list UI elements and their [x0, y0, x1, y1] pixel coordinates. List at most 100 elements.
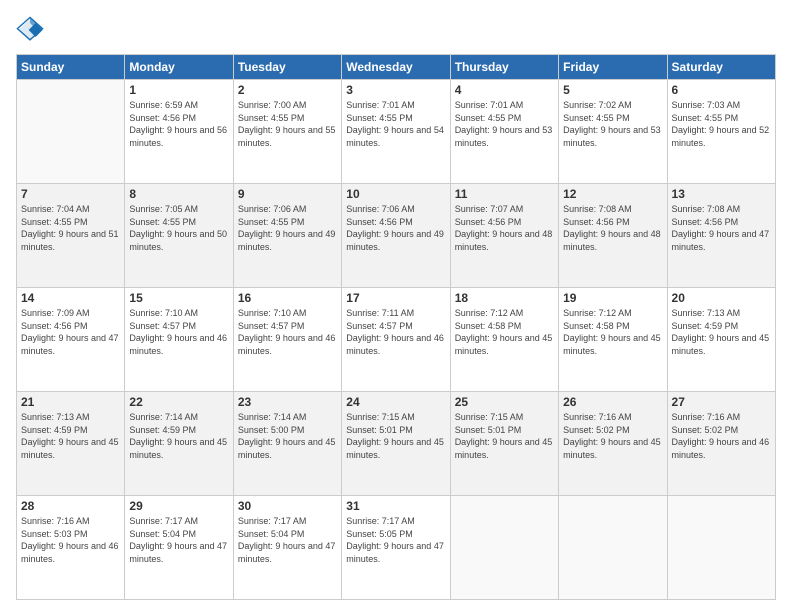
- day-number: 11: [455, 187, 554, 201]
- day-number: 12: [563, 187, 662, 201]
- calendar-cell: 6 Sunrise: 7:03 AMSunset: 4:55 PMDaylight…: [667, 80, 775, 184]
- calendar-cell: 13 Sunrise: 7:08 AMSunset: 4:56 PMDayligh…: [667, 184, 775, 288]
- day-number: 18: [455, 291, 554, 305]
- day-number: 15: [129, 291, 228, 305]
- day-info: Sunrise: 7:09 AMSunset: 4:56 PMDaylight:…: [21, 307, 120, 357]
- day-number: 10: [346, 187, 445, 201]
- calendar-table: SundayMondayTuesdayWednesdayThursdayFrid…: [16, 54, 776, 600]
- calendar-cell: 8 Sunrise: 7:05 AMSunset: 4:55 PMDaylight…: [125, 184, 233, 288]
- day-number: 27: [672, 395, 771, 409]
- day-info: Sunrise: 7:03 AMSunset: 4:55 PMDaylight:…: [672, 99, 771, 149]
- day-number: 24: [346, 395, 445, 409]
- day-info: Sunrise: 7:08 AMSunset: 4:56 PMDaylight:…: [672, 203, 771, 253]
- day-info: Sunrise: 7:13 AMSunset: 4:59 PMDaylight:…: [672, 307, 771, 357]
- calendar-cell: 12 Sunrise: 7:08 AMSunset: 4:56 PMDayligh…: [559, 184, 667, 288]
- day-number: 21: [21, 395, 120, 409]
- day-info: Sunrise: 7:01 AMSunset: 4:55 PMDaylight:…: [455, 99, 554, 149]
- calendar-cell: 17 Sunrise: 7:11 AMSunset: 4:57 PMDayligh…: [342, 288, 450, 392]
- week-row-2: 7 Sunrise: 7:04 AMSunset: 4:55 PMDaylight…: [17, 184, 776, 288]
- calendar-cell: [450, 496, 558, 600]
- calendar-cell: 3 Sunrise: 7:01 AMSunset: 4:55 PMDaylight…: [342, 80, 450, 184]
- calendar-cell: 30 Sunrise: 7:17 AMSunset: 5:04 PMDayligh…: [233, 496, 341, 600]
- day-number: 20: [672, 291, 771, 305]
- week-row-1: 1 Sunrise: 6:59 AMSunset: 4:56 PMDaylight…: [17, 80, 776, 184]
- calendar-cell: 15 Sunrise: 7:10 AMSunset: 4:57 PMDayligh…: [125, 288, 233, 392]
- calendar-cell: 22Sunrise: 7:14 AMSunset: 4:59 PMDayligh…: [125, 392, 233, 496]
- day-number: 14: [21, 291, 120, 305]
- day-number: 9: [238, 187, 337, 201]
- day-info: Sunrise: 7:08 AMSunset: 4:56 PMDaylight:…: [563, 203, 662, 253]
- calendar-cell: 31 Sunrise: 7:17 AMSunset: 5:05 PMDayligh…: [342, 496, 450, 600]
- day-info: Sunrise: 7:12 AMSunset: 4:58 PMDaylight:…: [455, 307, 554, 357]
- day-info: Sunrise: 7:17 AMSunset: 5:04 PMDaylight:…: [238, 515, 337, 565]
- calendar-cell: 10 Sunrise: 7:06 AMSunset: 4:56 PMDayligh…: [342, 184, 450, 288]
- calendar-cell: 25 Sunrise: 7:15 AMSunset: 5:01 PMDayligh…: [450, 392, 558, 496]
- day-info: Sunrise: 7:00 AMSunset: 4:55 PMDaylight:…: [238, 99, 337, 149]
- calendar-cell: 2 Sunrise: 7:00 AMSunset: 4:55 PMDaylight…: [233, 80, 341, 184]
- day-number: 30: [238, 499, 337, 513]
- calendar-cell: 20 Sunrise: 7:13 AMSunset: 4:59 PMDayligh…: [667, 288, 775, 392]
- calendar-cell: [559, 496, 667, 600]
- day-info: Sunrise: 7:17 AMSunset: 5:04 PMDaylight:…: [129, 515, 228, 565]
- day-info: Sunrise: 7:01 AMSunset: 4:55 PMDaylight:…: [346, 99, 445, 149]
- calendar-cell: 9 Sunrise: 7:06 AMSunset: 4:55 PMDaylight…: [233, 184, 341, 288]
- header: [16, 16, 776, 44]
- week-row-5: 28 Sunrise: 7:16 AMSunset: 5:03 PMDayligh…: [17, 496, 776, 600]
- day-number: 28: [21, 499, 120, 513]
- calendar-cell: 7 Sunrise: 7:04 AMSunset: 4:55 PMDaylight…: [17, 184, 125, 288]
- weekday-header-tuesday: Tuesday: [233, 55, 341, 80]
- day-number: 16: [238, 291, 337, 305]
- calendar-cell: 14 Sunrise: 7:09 AMSunset: 4:56 PMDayligh…: [17, 288, 125, 392]
- day-info: Sunrise: 6:59 AMSunset: 4:56 PMDaylight:…: [129, 99, 228, 149]
- day-number: 1: [129, 83, 228, 97]
- day-info: Sunrise: 7:16 AMSunset: 5:03 PMDaylight:…: [21, 515, 120, 565]
- calendar-cell: 16Sunrise: 7:10 AMSunset: 4:57 PMDayligh…: [233, 288, 341, 392]
- day-info: Sunrise: 7:14 AMSunset: 5:00 PMDaylight:…: [238, 411, 337, 461]
- day-number: 19: [563, 291, 662, 305]
- day-number: 23: [238, 395, 337, 409]
- day-info: Sunrise: 7:10 AMSunset: 4:57 PMDaylight:…: [129, 307, 228, 357]
- day-number: 31: [346, 499, 445, 513]
- calendar-cell: 4 Sunrise: 7:01 AMSunset: 4:55 PMDaylight…: [450, 80, 558, 184]
- day-number: 25: [455, 395, 554, 409]
- day-info: Sunrise: 7:15 AMSunset: 5:01 PMDaylight:…: [346, 411, 445, 461]
- day-number: 3: [346, 83, 445, 97]
- day-info: Sunrise: 7:06 AMSunset: 4:56 PMDaylight:…: [346, 203, 445, 253]
- calendar-cell: 1 Sunrise: 6:59 AMSunset: 4:56 PMDaylight…: [125, 80, 233, 184]
- calendar-cell: 21 Sunrise: 7:13 AMSunset: 4:59 PMDayligh…: [17, 392, 125, 496]
- day-number: 6: [672, 83, 771, 97]
- logo-icon: [16, 16, 44, 44]
- day-info: Sunrise: 7:04 AMSunset: 4:55 PMDaylight:…: [21, 203, 120, 253]
- day-number: 29: [129, 499, 228, 513]
- calendar-cell: 29 Sunrise: 7:17 AMSunset: 5:04 PMDayligh…: [125, 496, 233, 600]
- day-number: 8: [129, 187, 228, 201]
- day-info: Sunrise: 7:11 AMSunset: 4:57 PMDaylight:…: [346, 307, 445, 357]
- week-row-4: 21 Sunrise: 7:13 AMSunset: 4:59 PMDayligh…: [17, 392, 776, 496]
- day-number: 7: [21, 187, 120, 201]
- calendar-cell: [17, 80, 125, 184]
- weekday-header-friday: Friday: [559, 55, 667, 80]
- day-info: Sunrise: 7:06 AMSunset: 4:55 PMDaylight:…: [238, 203, 337, 253]
- day-info: Sunrise: 7:05 AMSunset: 4:55 PMDaylight:…: [129, 203, 228, 253]
- weekday-header-thursday: Thursday: [450, 55, 558, 80]
- calendar-cell: 19Sunrise: 7:12 AMSunset: 4:58 PMDayligh…: [559, 288, 667, 392]
- calendar-page: SundayMondayTuesdayWednesdayThursdayFrid…: [0, 0, 792, 612]
- day-number: 13: [672, 187, 771, 201]
- day-number: 4: [455, 83, 554, 97]
- day-info: Sunrise: 7:13 AMSunset: 4:59 PMDaylight:…: [21, 411, 120, 461]
- day-info: Sunrise: 7:17 AMSunset: 5:05 PMDaylight:…: [346, 515, 445, 565]
- day-info: Sunrise: 7:15 AMSunset: 5:01 PMDaylight:…: [455, 411, 554, 461]
- calendar-cell: 23 Sunrise: 7:14 AMSunset: 5:00 PMDayligh…: [233, 392, 341, 496]
- day-number: 17: [346, 291, 445, 305]
- day-info: Sunrise: 7:16 AMSunset: 5:02 PMDaylight:…: [672, 411, 771, 461]
- calendar-cell: 27 Sunrise: 7:16 AMSunset: 5:02 PMDayligh…: [667, 392, 775, 496]
- weekday-header-sunday: Sunday: [17, 55, 125, 80]
- calendar-cell: [667, 496, 775, 600]
- day-info: Sunrise: 7:07 AMSunset: 4:56 PMDaylight:…: [455, 203, 554, 253]
- day-number: 5: [563, 83, 662, 97]
- day-info: Sunrise: 7:16 AMSunset: 5:02 PMDaylight:…: [563, 411, 662, 461]
- week-row-3: 14 Sunrise: 7:09 AMSunset: 4:56 PMDayligh…: [17, 288, 776, 392]
- day-info: Sunrise: 7:02 AMSunset: 4:55 PMDaylight:…: [563, 99, 662, 149]
- day-number: 2: [238, 83, 337, 97]
- calendar-cell: 26Sunrise: 7:16 AMSunset: 5:02 PMDayligh…: [559, 392, 667, 496]
